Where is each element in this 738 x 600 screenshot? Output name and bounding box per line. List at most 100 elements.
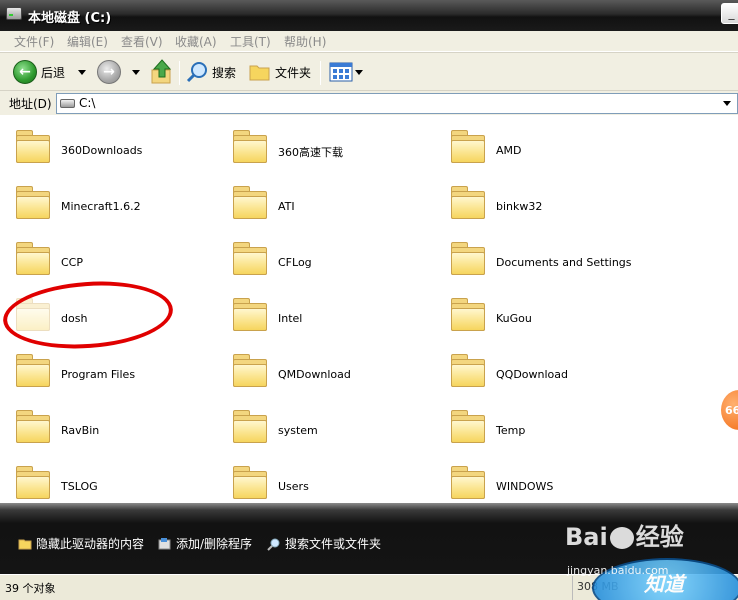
address-input[interactable]: C:\ [56,93,738,114]
window-title: 本地磁盘 (C:) [28,11,112,26]
folder-item[interactable]: Program Files [15,349,215,397]
address-dropdown-button[interactable] [719,96,735,111]
toolbar: ← 后退 → 搜索 文件夹 [0,52,738,90]
folder-item[interactable]: Temp [450,405,650,453]
folder-name: QMDownload [278,368,351,381]
red-highlight-annotation [0,276,176,354]
folder-item[interactable]: WINDOWS [450,461,650,503]
folder-item[interactable]: TSLOG [15,461,215,503]
folder-icon [232,125,270,165]
folders-button[interactable]: 文件夹 [249,57,311,87]
folder-icon [232,405,270,445]
folder-icon [232,293,270,333]
menu-favorites[interactable]: 收藏(A) [175,33,217,50]
object-count: 39 个对象 [5,582,56,595]
hide-drive-contents-link[interactable]: 隐藏此驱动器的内容 [18,535,144,552]
back-arrow-icon: ← [13,60,37,84]
folder-item[interactable]: 360高速下载 [232,125,432,173]
title-bar: 本地磁盘 (C:) _ [0,0,738,31]
folder-item[interactable]: CCP [15,237,215,285]
drive-icon [60,99,75,108]
folder-icon [18,539,32,549]
folder-name: QQDownload [496,368,568,381]
add-remove-programs-label: 添加/删除程序 [176,537,253,551]
search-files-link[interactable]: 搜索文件或文件夹 [267,535,381,552]
folder-item[interactable]: binkw32 [450,181,650,229]
folder-item[interactable]: Users [232,461,432,503]
search-label: 搜索 [212,65,237,80]
badge-count: 66 [725,404,738,417]
watermark-brand: Bai [565,523,608,551]
toolbar-separator [320,61,321,85]
address-value: C:\ [79,96,96,110]
hide-drive-contents-label: 隐藏此驱动器的内容 [36,537,145,551]
folder-name: 360Downloads [61,144,143,157]
folder-icon [450,181,488,221]
menu-edit[interactable]: 编辑(E) [67,33,108,50]
chevron-down-icon [355,69,363,75]
back-button[interactable]: ← 后退 [13,57,65,87]
add-remove-programs-link[interactable]: 添加/删除程序 [158,535,252,552]
folder-name: Program Files [61,368,136,381]
folder-item[interactable]: 360Downloads [15,125,215,173]
folder-icon [450,237,488,277]
folder-item[interactable]: RavBin [15,405,215,453]
views-button[interactable] [329,57,363,87]
folder-name: RavBin [61,424,100,437]
drive-icon [6,7,22,20]
folder-item[interactable]: QQDownload [450,349,650,397]
search-icon [267,538,280,551]
baidu-watermark: Bai 经验 [565,517,684,552]
folder-icon [450,349,488,389]
search-icon [186,62,207,83]
folder-icon [15,237,53,277]
folder-icon [232,237,270,277]
folder-item[interactable]: AMD [450,125,650,173]
folder-name: AMD [496,144,522,157]
menu-tools[interactable]: 工具(T) [230,33,271,50]
menu-file[interactable]: 文件(F) [14,33,54,50]
folder-name: CCP [61,256,83,269]
folder-item[interactable]: Intel [232,293,432,341]
folder-icon [232,181,270,221]
folder-name: Temp [496,424,526,437]
address-bar: 地址(D) C:\ [0,90,738,115]
folder-item[interactable]: Minecraft1.6.2 [15,181,215,229]
folder-name: system [278,424,318,437]
forward-history-dropdown[interactable] [126,57,140,87]
folder-item[interactable]: KuGou [450,293,650,341]
folder-icon [15,349,53,389]
minimize-button[interactable]: _ [721,3,738,24]
folder-icon [15,181,53,221]
folder-icon [232,349,270,389]
folder-name: KuGou [496,312,532,325]
folder-item[interactable]: system [232,405,432,453]
menu-help[interactable]: 帮助(H) [284,33,326,50]
up-folder-icon [151,59,172,84]
folder-item[interactable]: CFLog [232,237,432,285]
folder-icon [15,461,53,501]
folders-label: 文件夹 [275,65,312,80]
watermark-url: jingyan.baidu.com [567,564,669,577]
folder-item[interactable]: ATI [232,181,432,229]
folder-name: binkw32 [496,200,543,213]
folder-icon [15,405,53,445]
folder-item[interactable]: Documents and Settings [450,237,650,285]
up-folder-button[interactable] [150,57,174,87]
folder-icon [15,125,53,165]
back-label: 后退 [41,65,66,80]
folder-icon [232,461,270,501]
address-label: 地址(D) [9,97,52,111]
menu-view[interactable]: 查看(V) [121,33,163,50]
forward-arrow-icon: → [97,60,121,84]
back-history-dropdown[interactable] [72,57,86,87]
menu-bar: 文件(F) 编辑(E) 查看(V) 收藏(A) 工具(T) 帮助(H) [0,31,738,52]
folder-item[interactable]: QMDownload [232,349,432,397]
folder-icon [450,405,488,445]
folder-icon [450,125,488,165]
forward-button[interactable]: → [97,57,121,87]
paw-logo-icon [609,527,634,549]
add-remove-programs-icon [158,537,171,549]
search-button[interactable]: 搜索 [186,57,236,87]
watermark-brand-suffix: 经验 [635,523,684,551]
